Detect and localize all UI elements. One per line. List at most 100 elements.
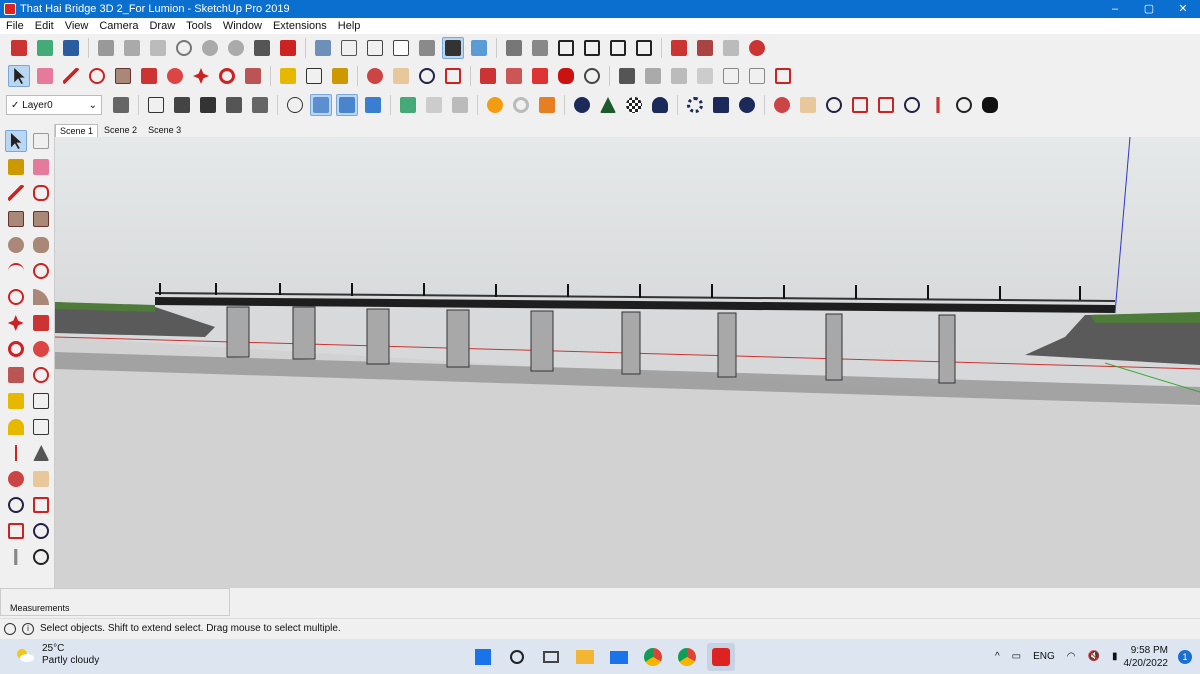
search-button[interactable] [503,643,531,671]
menu-camera[interactable]: Camera [93,20,143,32]
sandbox-from-contours[interactable] [616,65,638,87]
mail-app-button[interactable] [605,643,633,671]
warehouse-button[interactable] [668,37,690,59]
stamp-tool[interactable] [694,65,716,87]
undo-button[interactable] [199,37,221,59]
scale-tool[interactable] [242,65,264,87]
menu-draw[interactable]: Draw [143,20,180,32]
tab-scene-2[interactable]: Scene 2 [99,123,142,137]
left-move-tool[interactable] [5,312,27,334]
language-indicator[interactable]: ENG [1033,651,1055,662]
left-arc-tool[interactable] [5,260,27,282]
add-location-button[interactable] [397,94,419,116]
left-pie-tool[interactable] [31,286,53,308]
lumion-export-button[interactable] [477,65,499,87]
tab-scene-1[interactable]: Scene 1 [55,124,99,137]
layer-dropdown[interactable]: ✓ Layer0 ⌄ [6,95,102,115]
sketchup-task-button[interactable] [707,643,735,671]
file-explorer-button[interactable] [571,643,599,671]
walk-footprints-button[interactable] [979,94,1001,116]
menu-tools[interactable]: Tools [180,20,217,32]
move-tool[interactable] [190,65,212,87]
monochrome-button[interactable] [468,37,490,59]
section-box-button[interactable] [249,94,271,116]
zoom-window-button[interactable] [849,94,871,116]
orbit-tool[interactable] [364,65,386,87]
lumion-camera-button[interactable] [529,65,551,87]
zoom-tool[interactable] [416,65,438,87]
previous-view-button[interactable] [901,94,923,116]
smoove-tool[interactable] [668,65,690,87]
cloud-upload-button[interactable] [649,94,671,116]
left-select-tool[interactable] [5,130,27,152]
menu-view[interactable]: View [59,20,94,32]
arc-tool[interactable] [86,65,108,87]
left-eraser-tool[interactable] [31,156,53,178]
copy-button[interactable] [121,37,143,59]
zoom-button-2[interactable] [823,94,845,116]
start-button[interactable] [469,643,497,671]
menu-window[interactable]: Window [217,20,267,32]
parallel-projection-button[interactable] [310,94,332,116]
photo-textures-button[interactable] [449,94,471,116]
chrome-button[interactable] [639,643,667,671]
print-button[interactable] [251,37,273,59]
section-fill-button[interactable] [223,94,245,116]
right-view-button[interactable] [581,37,603,59]
left-offset-tool[interactable] [31,364,53,386]
measurements-box[interactable]: Measurements [0,588,230,616]
two-point-perspective-button[interactable] [362,94,384,116]
close-button[interactable]: ✕ [1166,0,1200,18]
position-camera-button[interactable] [284,94,306,116]
shaded-button[interactable] [416,37,438,59]
xray-button[interactable] [312,37,334,59]
wifi-icon[interactable]: ◠ [1067,651,1076,662]
left-component-tool[interactable] [31,130,52,152]
left-3point-arc-tool[interactable] [5,286,27,308]
left-3d-text-tool[interactable] [31,442,53,464]
perspective-button[interactable] [336,94,358,116]
eraser-tool[interactable] [34,65,56,87]
share-model-button[interactable] [694,37,716,59]
open-button[interactable] [34,37,56,59]
hidden-line-button[interactable] [390,37,412,59]
battery-icon[interactable]: ▮ [1112,651,1118,662]
drape-tool[interactable] [720,65,742,87]
left-rotated-rect-tool[interactable] [31,208,53,230]
left-zoom-extents-tool[interactable] [5,520,27,542]
back-view-button[interactable] [607,37,629,59]
task-view-button[interactable] [537,643,565,671]
flip-edge-tool[interactable] [772,65,794,87]
clock[interactable]: 9:58 PM 4/20/2022 [1124,644,1169,670]
share-component-button[interactable] [720,37,742,59]
volume-mute-icon[interactable]: 🔇 [1088,651,1100,662]
walk-button[interactable] [927,94,949,116]
left-tape-tool[interactable] [5,390,27,412]
push-pull-tool[interactable] [138,65,160,87]
model-viewport[interactable] [55,137,1200,588]
section-plane-button[interactable] [145,94,167,116]
front-view-button[interactable] [555,37,577,59]
left-rotate-tool[interactable] [5,338,27,360]
left-follow-me-tool[interactable] [31,338,53,360]
select-tool[interactable] [8,65,30,87]
maximize-button[interactable]: ▢ [1132,0,1166,18]
zoom-extents-button-2[interactable] [875,94,897,116]
paint-bucket-tool[interactable] [329,65,351,87]
pan-button-2[interactable] [797,94,819,116]
shaded-textures-button[interactable] [442,37,464,59]
left-walk-tool[interactable] [5,546,27,568]
erase-button[interactable] [173,37,195,59]
left-axes-tool[interactable] [5,442,27,464]
menu-file[interactable]: File [0,20,29,32]
paste-button[interactable] [147,37,169,59]
display-section-cuts-button[interactable] [197,94,219,116]
left-rectangle-tool[interactable] [5,208,27,230]
chrome-button-2[interactable] [673,643,701,671]
menu-extensions[interactable]: Extensions [267,20,332,32]
display-section-planes-button[interactable] [171,94,193,116]
top-view-button[interactable] [529,37,551,59]
save-button[interactable] [60,37,82,59]
zoom-extents-tool[interactable] [442,65,464,87]
rotate-tool[interactable] [216,65,238,87]
